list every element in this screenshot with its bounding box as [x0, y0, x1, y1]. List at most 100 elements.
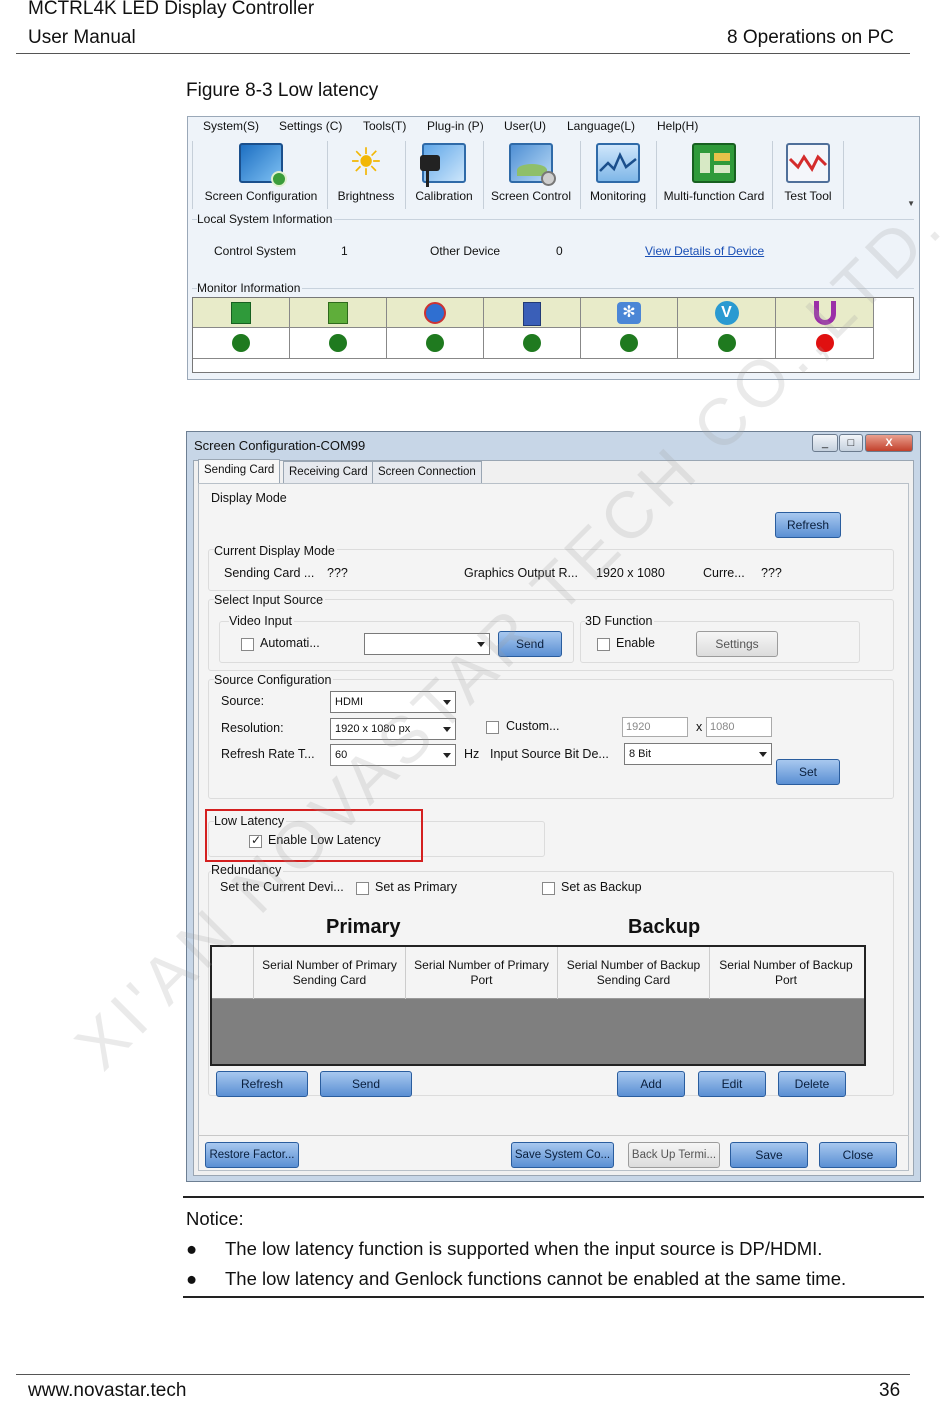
screen-configuration-button[interactable]: Screen Configuration [200, 143, 322, 203]
current-display-mode-title: Current Display Mode [214, 544, 337, 558]
monitor-receiving-card [290, 298, 387, 358]
other-device-value: 0 [556, 244, 563, 258]
minimize-button[interactable]: _ [812, 434, 838, 452]
screen-control-label: Screen Control [490, 189, 572, 203]
view-details-link[interactable]: View Details of Device [645, 244, 764, 258]
set-button[interactable]: Set [776, 759, 840, 785]
backup-heading: Backup [628, 916, 701, 938]
automatic-checkbox[interactable] [241, 638, 254, 651]
control-system-label: Control System [214, 244, 297, 258]
custom-checkbox[interactable] [486, 721, 499, 734]
notice-title: Notice: [186, 1208, 244, 1229]
calibration-icon [420, 143, 466, 187]
refresh-button[interactable]: Refresh [775, 512, 841, 538]
monitor-cabinet [484, 298, 581, 358]
col-backup-port: Serial Number of Backup Port [719, 958, 853, 987]
hz-label: Hz [464, 747, 480, 761]
local-info-title: Local System Information [197, 212, 335, 226]
edit-button[interactable]: Edit [698, 1071, 766, 1097]
set-backup-label: Set as Backup [561, 880, 642, 894]
enable-3d-label: Enable [616, 636, 655, 650]
current-label: Curre... [703, 566, 745, 580]
maximize-button[interactable]: □ [839, 434, 863, 452]
receiving-card-icon [328, 302, 348, 324]
notice-item-2: The low latency and Genlock functions ca… [225, 1268, 847, 1289]
close-window-button[interactable]: X [865, 434, 913, 452]
voltage-icon: V [714, 301, 739, 325]
window-title: Screen Configuration-COM99 [194, 438, 366, 453]
custom-height-input[interactable]: 1080 [706, 717, 772, 737]
screen-configuration-label: Screen Configuration [204, 189, 318, 203]
page-number: 36 [879, 1380, 901, 1401]
tab-screen-connection[interactable]: Screen Connection [372, 461, 482, 483]
save-button[interactable]: Save [730, 1142, 808, 1168]
doc-title: User Manual [28, 27, 136, 48]
control-system-value: 1 [341, 244, 348, 258]
status-dot-1 [232, 334, 250, 352]
notice-top-rule [183, 1196, 924, 1198]
primary-heading: Primary [326, 916, 401, 938]
monitor-temperature [387, 298, 484, 358]
bullet-2: ● [186, 1268, 198, 1289]
menu-language[interactable]: Language(L) [567, 119, 635, 133]
bullet-1: ● [186, 1238, 198, 1259]
set-primary-label: Set as Primary [375, 880, 457, 894]
monitoring-button[interactable]: Monitoring [584, 143, 652, 203]
function-3d-title: 3D Function [585, 614, 655, 628]
refresh-rate-label: Refresh Rate T... [221, 747, 315, 761]
screen-configuration-icon [239, 143, 287, 187]
brightness-icon: ☀ [348, 142, 384, 184]
monitoring-label: Monitoring [589, 189, 647, 203]
bit-depth-label: Input Source Bit De... [490, 747, 609, 761]
set-primary-checkbox[interactable] [356, 882, 369, 895]
delete-button[interactable]: Delete [778, 1071, 846, 1097]
screen-control-button[interactable]: Screen Control [487, 143, 575, 203]
automatic-label: Automati... [260, 636, 320, 650]
custom-width-input[interactable]: 1920 [622, 717, 688, 737]
settings-3d-button[interactable]: Settings [696, 631, 778, 657]
close-button[interactable]: Close [819, 1142, 897, 1168]
tab-receiving-card[interactable]: Receiving Card [283, 461, 374, 483]
save-system-config-button[interactable]: Save System Co... [511, 1142, 614, 1168]
menu-system[interactable]: System(S) [203, 119, 259, 133]
restore-factory-button[interactable]: Restore Factor... [205, 1142, 299, 1168]
menu-plugin[interactable]: Plug-in (P) [427, 119, 484, 133]
multi-function-card-button[interactable]: Multi-function Card [660, 143, 768, 203]
calibration-label: Calibration [415, 189, 473, 203]
section-title: 8 Operations on PC [727, 27, 894, 48]
serial-number-table-header: Serial Number of Primary Sending Card Se… [212, 947, 864, 999]
test-tool-button[interactable]: Test Tool [776, 143, 840, 203]
bit-depth-value: 8 Bit [629, 748, 652, 760]
status-dot-3 [426, 334, 444, 352]
menu-help[interactable]: Help(H) [657, 119, 698, 133]
status-dot-2 [329, 334, 347, 352]
brightness-button[interactable]: ☀ Brightness [331, 143, 401, 203]
cabinet-icon [523, 302, 541, 326]
test-tool-label: Test Tool [784, 189, 832, 203]
status-dot-4 [523, 334, 541, 352]
serial-number-table: Serial Number of Primary Sending Card Se… [210, 945, 866, 1066]
product-title: MCTRL4K LED Display Controller [28, 0, 315, 19]
brightness-label: Brightness [337, 189, 395, 203]
select-input-title: Select Input Source [214, 593, 326, 607]
set-backup-checkbox[interactable] [542, 882, 555, 895]
bit-depth-select[interactable]: 8 Bit [624, 743, 772, 765]
sending-card-icon [231, 302, 251, 324]
enable-3d-checkbox[interactable] [597, 638, 610, 651]
redundancy-send-button[interactable]: Send [320, 1071, 412, 1097]
menu-user[interactable]: User(U) [504, 119, 546, 133]
back-up-terminal-button[interactable]: Back Up Termi... [628, 1142, 720, 1168]
add-button[interactable]: Add [617, 1071, 685, 1097]
sending-card-label: Sending Card ... [224, 566, 315, 580]
test-tool-icon [786, 143, 830, 183]
calibration-button[interactable]: Calibration [409, 143, 479, 203]
multi-function-card-label: Multi-function Card [663, 189, 765, 203]
menu-tools[interactable]: Tools(T) [363, 119, 406, 133]
status-dot-5 [620, 334, 638, 352]
thermometer-icon [424, 302, 446, 324]
redundancy-refresh-button[interactable]: Refresh [216, 1071, 308, 1097]
tab-sending-card[interactable]: Sending Card [198, 459, 281, 483]
menu-settings[interactable]: Settings (C) [279, 119, 342, 133]
col-primary-port: Serial Number of Primary Port [406, 947, 558, 999]
display-mode-title: Display Mode [211, 491, 287, 505]
